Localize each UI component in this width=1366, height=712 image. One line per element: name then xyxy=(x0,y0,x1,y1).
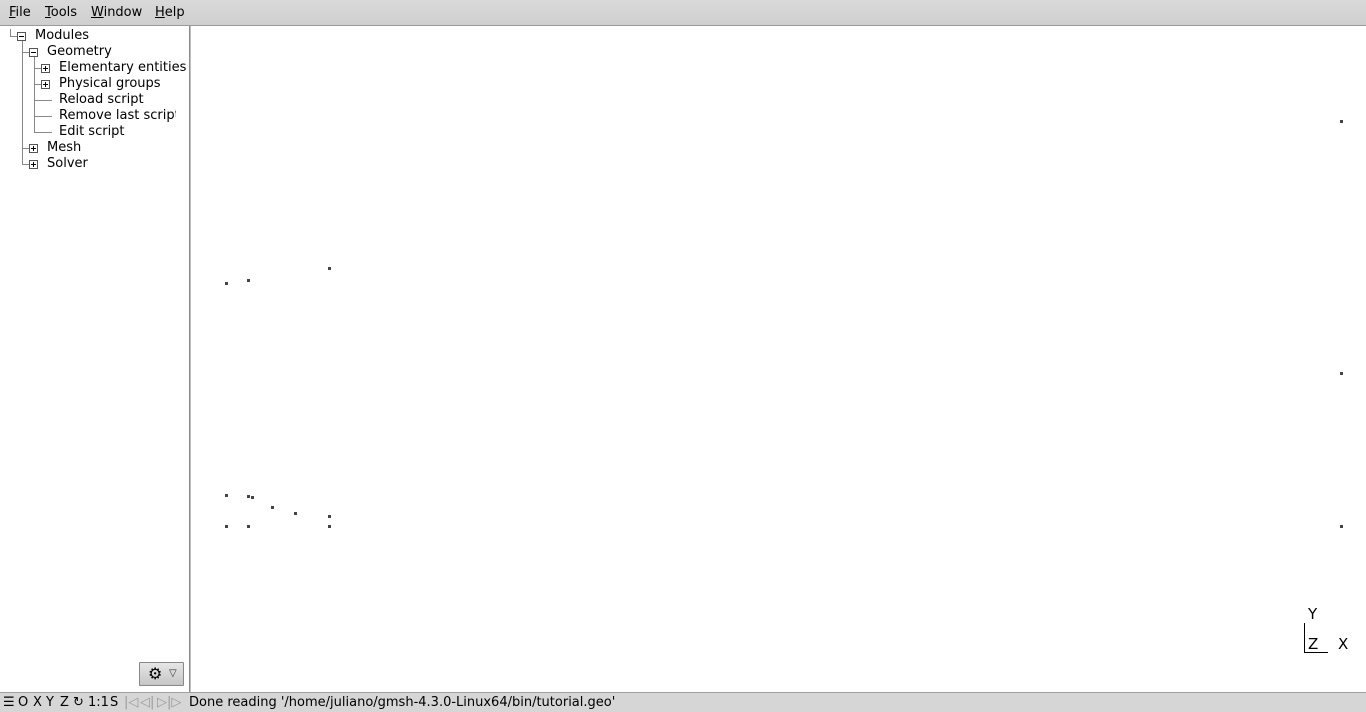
module-tree-panel: Modules Geometry Elementary entities Phy… xyxy=(0,26,189,692)
menu-help-label: elp xyxy=(164,5,185,20)
play-icon[interactable]: ▷ xyxy=(157,695,167,710)
rotate-icon[interactable]: ↻ xyxy=(73,695,84,710)
expand-icon[interactable] xyxy=(29,160,38,169)
tree-item-solver[interactable]: Solver xyxy=(47,156,88,172)
tree-line xyxy=(34,84,41,85)
tree-item-label: Geometry xyxy=(47,44,112,59)
tree-line xyxy=(22,164,29,165)
tree-item-geometry[interactable]: Geometry xyxy=(47,44,112,60)
view-x-button[interactable]: X xyxy=(33,695,42,710)
view-ortho-button[interactable]: O xyxy=(18,695,28,710)
options-menu-button[interactable]: ⚙ ▽ xyxy=(139,662,184,686)
geometry-point xyxy=(271,506,274,509)
tree-line xyxy=(34,100,52,101)
tree-line xyxy=(10,36,17,37)
tree-item-label: Reload script xyxy=(59,92,144,107)
menu-help-mnemonic: H xyxy=(155,5,165,20)
triangle-down-icon: ▽ xyxy=(169,668,177,679)
tree-item-label: Mesh xyxy=(47,140,82,155)
geometry-point xyxy=(1340,120,1343,123)
tree-line xyxy=(22,148,29,149)
tree-line xyxy=(22,52,29,53)
previous-step-icon[interactable]: ◁| xyxy=(140,695,154,710)
status-bar: ☰ O X Y Z ↻ 1:1 S |◁ ◁| ▷ |▷ Done readin… xyxy=(0,692,1366,712)
tree-item-label: Modules xyxy=(35,28,90,43)
geometry-point xyxy=(247,495,250,498)
axis-line-x xyxy=(1304,652,1328,653)
axis-label-y: Y xyxy=(1308,605,1318,623)
expand-icon[interactable] xyxy=(29,144,38,153)
tree-item-label: Remove last script ( xyxy=(59,108,176,123)
geometry-point xyxy=(328,525,331,528)
gear-icon: ⚙ xyxy=(148,664,163,683)
tree-line xyxy=(22,41,23,165)
axis-label-z: Z xyxy=(1308,635,1319,653)
geometry-point xyxy=(247,279,250,282)
expand-icon[interactable] xyxy=(41,80,50,89)
tree-item-physical-groups[interactable]: Physical groups xyxy=(59,76,161,92)
axis-label-x: X xyxy=(1338,635,1349,653)
tree-item-edit-script[interactable]: Edit script xyxy=(59,124,125,140)
menu-window[interactable]: Window xyxy=(91,5,142,21)
menu-help[interactable]: Help xyxy=(155,5,185,21)
menu-tools[interactable]: Tools xyxy=(45,5,77,21)
scale-reset-button[interactable]: 1:1 xyxy=(88,695,109,710)
geometry-point xyxy=(225,525,228,528)
geometry-point xyxy=(251,496,254,499)
menu-file-label: ile xyxy=(15,5,31,20)
graphic-window[interactable]: Y Z X xyxy=(191,26,1366,692)
tree-item-label: Solver xyxy=(47,156,88,171)
tree-item-modules[interactable]: Modules xyxy=(35,28,89,44)
expand-icon[interactable] xyxy=(41,64,50,73)
menu-window-label: indow xyxy=(103,5,143,20)
axis-line-y xyxy=(1304,623,1305,652)
tree-line xyxy=(34,116,52,117)
tree-item-elementary-entities[interactable]: Elementary entities xyxy=(59,60,186,76)
tree-line xyxy=(34,132,52,133)
geometry-point xyxy=(1340,525,1343,528)
geometry-point xyxy=(225,282,228,285)
geometry-point xyxy=(247,525,250,528)
tree-item-label: Elementary entities xyxy=(59,60,187,75)
menu-tools-label: ools xyxy=(50,5,78,20)
geometry-point xyxy=(328,267,331,270)
tree-item-remove-last-script[interactable]: Remove last script ( xyxy=(59,108,176,124)
collapse-icon[interactable] xyxy=(29,48,38,57)
status-message: Done reading '/home/juliano/gmsh-4.3.0-L… xyxy=(189,695,616,710)
tree-line xyxy=(34,68,41,69)
tree-item-label: Edit script xyxy=(59,124,125,139)
menu-window-mnemonic: W xyxy=(91,5,104,20)
last-step-icon[interactable]: |▷ xyxy=(167,695,181,710)
view-z-button[interactable]: Z xyxy=(60,695,69,710)
menu-bar: File Tools Window Help xyxy=(0,0,1366,26)
tree-item-label: Physical groups xyxy=(59,76,161,91)
geometry-point xyxy=(225,494,228,497)
first-step-icon[interactable]: |◁ xyxy=(124,695,138,710)
select-button[interactable]: S xyxy=(110,695,118,710)
hamburger-menu-icon[interactable]: ☰ xyxy=(3,695,15,710)
geometry-point xyxy=(294,512,297,515)
view-y-button[interactable]: Y xyxy=(46,695,54,710)
geometry-point xyxy=(1340,372,1343,375)
menu-file[interactable]: File xyxy=(9,5,31,21)
tree-item-reload-script[interactable]: Reload script xyxy=(59,92,144,108)
tree-item-mesh[interactable]: Mesh xyxy=(47,140,81,156)
collapse-icon[interactable] xyxy=(17,32,26,41)
geometry-point xyxy=(328,515,331,518)
